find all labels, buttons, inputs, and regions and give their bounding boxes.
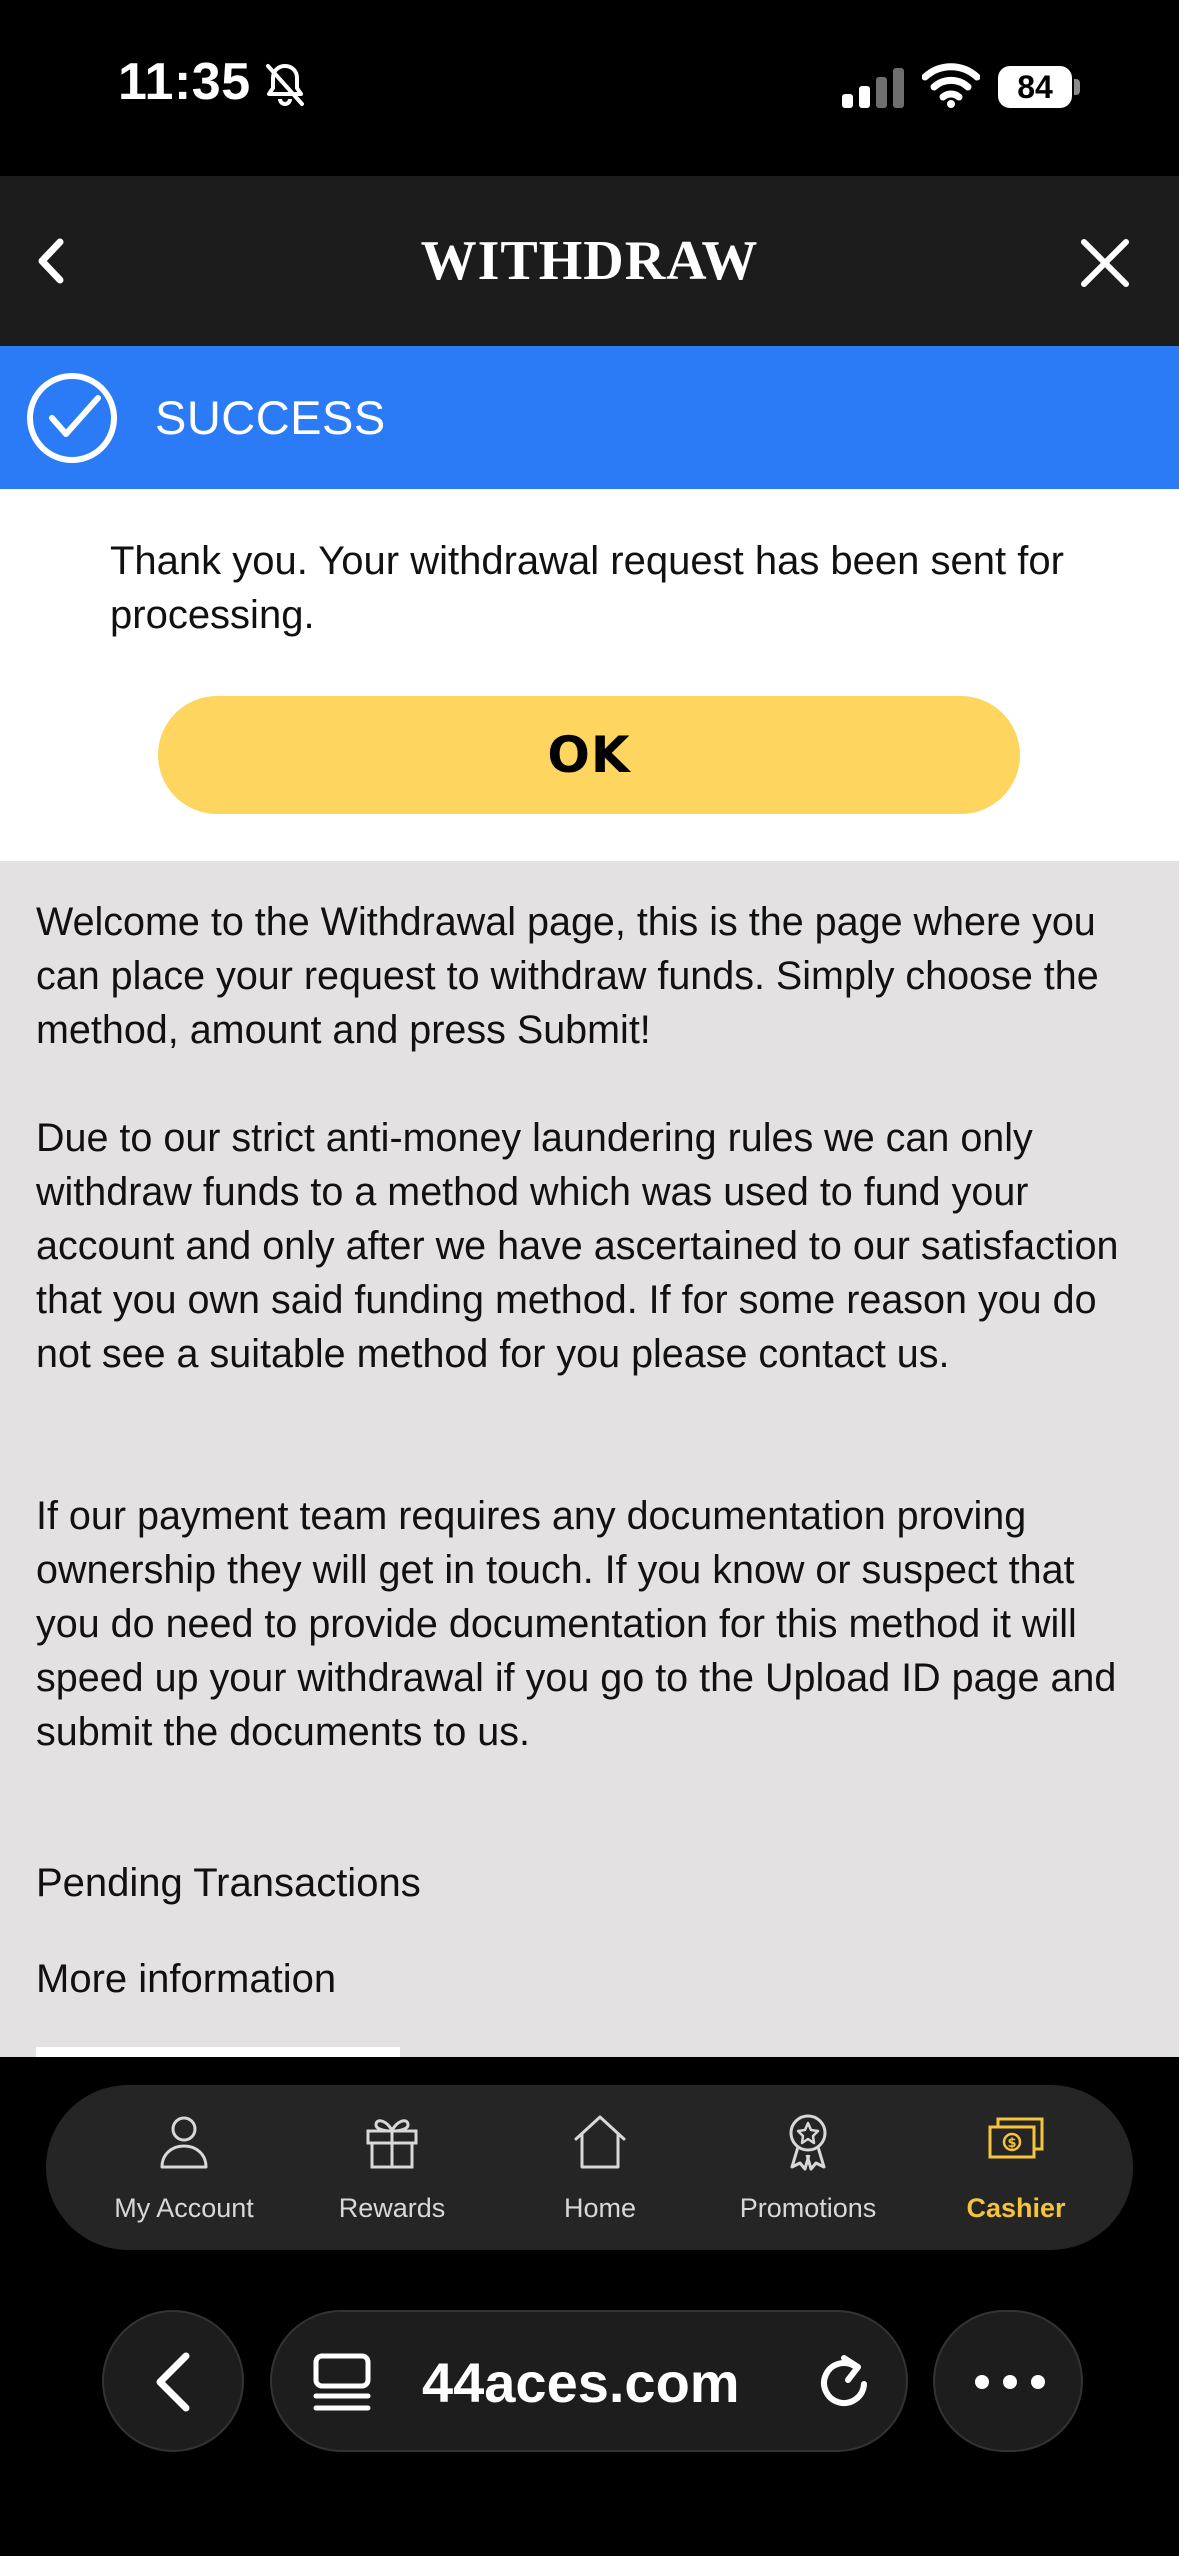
- nav-home[interactable]: Home: [496, 2085, 704, 2250]
- tabs-icon[interactable]: [312, 2352, 372, 2414]
- battery-cap: [1074, 79, 1080, 95]
- nav-label: My Account: [114, 2193, 254, 2223]
- page-header: WITHDRAW: [0, 176, 1179, 346]
- status-bar: 11:35 84: [0, 0, 1179, 176]
- chevron-left-icon[interactable]: [20, 226, 90, 296]
- cash-icon: $: [988, 2117, 1044, 2159]
- nav-my-account[interactable]: My Account: [80, 2085, 288, 2250]
- browser-back-button[interactable]: [102, 2310, 244, 2452]
- battery-icon: 84: [998, 66, 1080, 108]
- home-icon: [574, 2115, 626, 2169]
- gift-icon: [366, 2119, 418, 2169]
- ok-button[interactable]: OK: [158, 696, 1020, 814]
- wifi-icon: [922, 63, 980, 108]
- more-icon: [975, 2375, 1045, 2389]
- nav-label: Rewards: [338, 2193, 446, 2223]
- address-bar[interactable]: 44aces.com: [270, 2310, 908, 2452]
- content-tab-edge: [36, 2047, 400, 2057]
- chevron-left-icon: [156, 2352, 190, 2412]
- documentation-paragraph: If our payment team requires any documen…: [36, 1494, 1117, 1754]
- bell-slash-icon: [266, 64, 304, 106]
- success-label: SUCCESS: [155, 391, 386, 444]
- nav-label: Cashier: [966, 2193, 1066, 2223]
- close-icon[interactable]: [1070, 228, 1140, 298]
- browser-toolbar: 44aces.com: [0, 2297, 1179, 2556]
- more-button[interactable]: [933, 2310, 1083, 2452]
- success-dialog: Thank you. Your withdrawal request has b…: [0, 489, 1179, 861]
- award-badge-icon: [789, 2114, 827, 2171]
- success-banner: SUCCESS: [0, 346, 1179, 489]
- nav-rewards[interactable]: Rewards: [288, 2085, 496, 2250]
- bottom-nav-area: My Account Rewards Home Promotions $ Cas…: [0, 2057, 1179, 2297]
- nav-label: Home: [563, 2193, 637, 2223]
- battery-level: 84: [998, 66, 1072, 108]
- user-icon: [160, 2116, 208, 2169]
- nav-promotions[interactable]: Promotions: [704, 2085, 912, 2250]
- svg-text:$: $: [1007, 2136, 1016, 2151]
- status-time: 11:35: [118, 53, 251, 111]
- nav-cashier[interactable]: $ Cashier: [912, 2085, 1120, 2250]
- url-text: 44aces.com: [422, 2351, 740, 2414]
- more-information-link[interactable]: More information: [36, 1957, 336, 2002]
- page-title: WITHDRAW: [420, 230, 759, 292]
- aml-paragraph: Due to our strict anti-money laundering …: [36, 1116, 1119, 1376]
- pending-transactions-link[interactable]: Pending Transactions: [36, 1861, 421, 1906]
- cellular-signal-icon: [842, 68, 904, 108]
- bottom-nav: My Account Rewards Home Promotions $ Cas…: [46, 2085, 1133, 2250]
- nav-label: Promotions: [739, 2193, 877, 2223]
- reload-icon[interactable]: [812, 2350, 876, 2414]
- success-message: Thank you. Your withdrawal request has b…: [110, 539, 1064, 637]
- withdraw-content: Welcome to the Withdrawal page, this is …: [0, 861, 1179, 2057]
- intro-paragraph: Welcome to the Withdrawal page, this is …: [36, 900, 1099, 1052]
- check-circle-icon: [27, 373, 117, 463]
